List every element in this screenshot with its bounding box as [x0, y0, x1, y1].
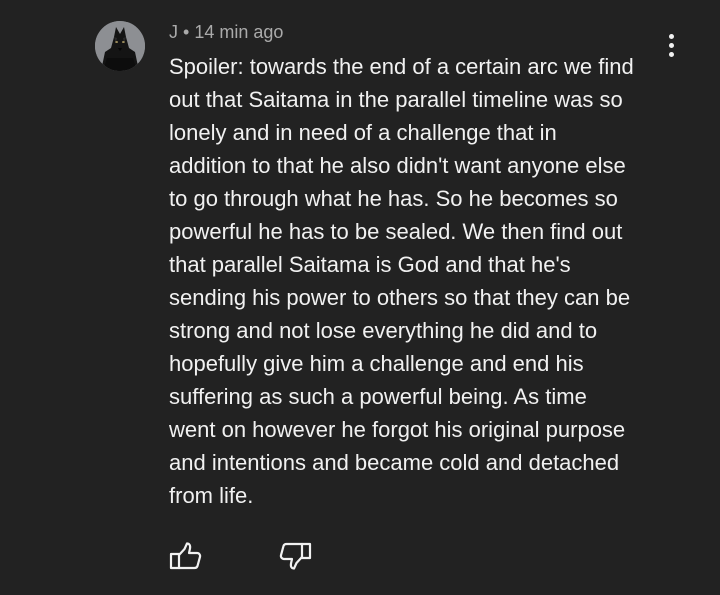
wolf-avatar-image [95, 21, 145, 71]
more-vertical-icon-dot [669, 34, 674, 39]
comment-meta: J • 14 min ago [169, 20, 283, 44]
avatar[interactable] [95, 21, 145, 71]
comment-text: Spoiler: towards the end of a certain ar… [169, 54, 634, 508]
comment-card: J • 14 min ago Spoiler: towards the end of… [0, 0, 720, 595]
thumbs-up-icon [169, 542, 202, 570]
more-vertical-icon-dot [669, 52, 674, 57]
like-button[interactable] [166, 539, 206, 573]
author-name[interactable]: J [169, 22, 178, 42]
meta-separator: • [183, 22, 190, 42]
more-vertical-icon-dot [669, 43, 674, 48]
thumbs-down-icon [279, 542, 312, 570]
comment-timestamp: 14 min ago [194, 22, 284, 42]
dislike-button[interactable] [275, 539, 315, 573]
